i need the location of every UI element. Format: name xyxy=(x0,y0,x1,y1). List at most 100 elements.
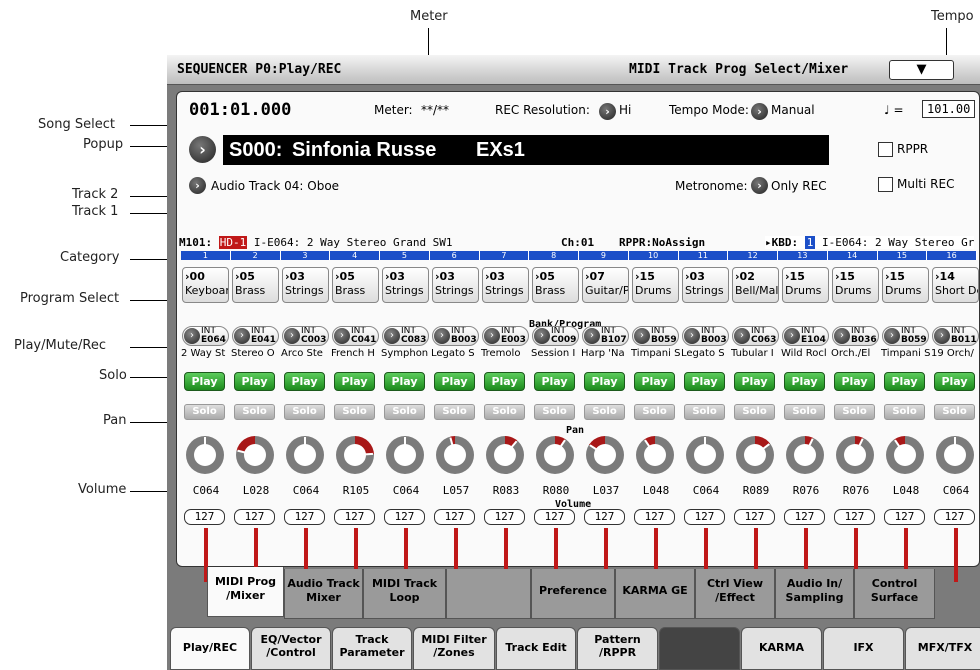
pan-knob[interactable] xyxy=(536,436,574,474)
program-select-button[interactable]: › INT C041 xyxy=(332,326,379,346)
pan-knob[interactable] xyxy=(436,436,474,474)
song-position[interactable]: 001:01.000 xyxy=(189,100,291,120)
tempo-mode-popup-icon[interactable]: › xyxy=(751,103,768,120)
pan-knob[interactable] xyxy=(936,436,974,474)
play-mute-rec-button[interactable]: Play xyxy=(534,372,575,391)
category-button[interactable]: ›07 Guitar/P xyxy=(582,267,629,303)
category-button[interactable]: ›00 Keyboar xyxy=(182,267,229,303)
program-select-button[interactable]: › INT C063 xyxy=(732,326,779,346)
program-select-button[interactable]: › INT B003 xyxy=(682,326,729,346)
volume-value[interactable]: 127 xyxy=(734,509,775,525)
program-select-button[interactable]: › INT E064 xyxy=(182,326,229,346)
track-number-cell[interactable]: 9 xyxy=(579,251,629,260)
program-popup-icon[interactable]: › xyxy=(334,328,350,344)
meter-value[interactable]: **/** xyxy=(421,103,449,117)
pan-knob[interactable] xyxy=(186,436,224,474)
program-popup-icon[interactable]: › xyxy=(934,328,950,344)
track-number-cell[interactable]: 14 xyxy=(827,251,878,260)
track-number-cell[interactable]: 5 xyxy=(380,251,430,260)
play-mute-rec-button[interactable]: Play xyxy=(934,372,975,391)
volume-value[interactable]: 127 xyxy=(784,509,825,525)
program-select-button[interactable]: › INT B059 xyxy=(632,326,679,346)
track-number-cell[interactable]: 2 xyxy=(230,251,281,260)
play-mute-rec-button[interactable]: Play xyxy=(834,372,875,391)
page-menu-button[interactable]: ▼ xyxy=(889,60,954,80)
song-select-field[interactable]: S000: Sinfonia Russe EXs1 xyxy=(223,135,829,165)
play-mute-rec-button[interactable]: Play xyxy=(284,372,325,391)
tempo-value[interactable]: 101.00 xyxy=(922,100,976,118)
program-popup-icon[interactable]: › xyxy=(384,328,400,344)
track-number-cell[interactable]: 11 xyxy=(678,251,729,260)
page-tab[interactable]: KARMA GE xyxy=(615,569,695,619)
track-number-cell[interactable]: 6 xyxy=(429,251,480,260)
solo-button[interactable]: Solo xyxy=(884,404,925,420)
track-number-cell[interactable]: 16 xyxy=(927,251,977,260)
program-select-button[interactable]: › INT E003 xyxy=(482,326,529,346)
solo-button[interactable]: Solo xyxy=(584,404,625,420)
mode-tab[interactable]: MFX/TFX xyxy=(905,627,980,670)
solo-button[interactable]: Solo xyxy=(534,404,575,420)
category-button[interactable]: ›03 Strings xyxy=(482,267,529,303)
rppr-checkbox[interactable]: RPPR xyxy=(878,142,928,157)
solo-button[interactable]: Solo xyxy=(184,404,225,420)
volume-value[interactable]: 127 xyxy=(684,509,725,525)
song-popup-button[interactable]: › xyxy=(189,136,216,163)
pan-knob[interactable] xyxy=(586,436,624,474)
play-mute-rec-button[interactable]: Play xyxy=(634,372,675,391)
track-number-cell[interactable]: 1 xyxy=(181,251,231,260)
solo-button[interactable]: Solo xyxy=(784,404,825,420)
category-button[interactable]: ›03 Strings xyxy=(382,267,429,303)
play-mute-rec-button[interactable]: Play xyxy=(434,372,475,391)
program-select-button[interactable]: › INT E041 xyxy=(232,326,279,346)
program-popup-icon[interactable]: › xyxy=(684,328,700,344)
program-select-button[interactable]: › INT B036 xyxy=(832,326,879,346)
multi-rec-check-box-icon[interactable] xyxy=(878,177,893,192)
program-popup-icon[interactable]: › xyxy=(184,328,200,344)
pan-knob[interactable] xyxy=(636,436,674,474)
category-button[interactable]: ›03 Strings xyxy=(432,267,479,303)
play-mute-rec-button[interactable]: Play xyxy=(234,372,275,391)
volume-value[interactable]: 127 xyxy=(934,509,975,525)
volume-value[interactable]: 127 xyxy=(484,509,525,525)
program-popup-icon[interactable]: › xyxy=(484,328,500,344)
pan-knob[interactable] xyxy=(736,436,774,474)
program-select-button[interactable]: › INT B059 xyxy=(882,326,929,346)
mode-tab[interactable] xyxy=(659,627,740,670)
category-button[interactable]: ›05 Brass xyxy=(532,267,579,303)
rppr-check-box-icon[interactable] xyxy=(878,142,893,157)
track-number-cell[interactable]: 4 xyxy=(330,251,380,260)
audio-track-popup-icon[interactable]: › xyxy=(189,177,206,194)
track-number-cell[interactable]: 12 xyxy=(728,251,778,260)
program-popup-icon[interactable]: › xyxy=(784,328,800,344)
rec-resolution-popup-icon[interactable]: › xyxy=(599,103,616,120)
volume-value[interactable]: 127 xyxy=(884,509,925,525)
page-tab[interactable]: Preference xyxy=(531,569,615,619)
solo-button[interactable]: Solo xyxy=(834,404,875,420)
volume-value[interactable]: 127 xyxy=(584,509,625,525)
play-mute-rec-button[interactable]: Play xyxy=(734,372,775,391)
volume-value[interactable]: 127 xyxy=(834,509,875,525)
solo-button[interactable]: Solo xyxy=(234,404,275,420)
category-button[interactable]: ›03 Strings xyxy=(282,267,329,303)
mode-tab[interactable]: Pattern/RPPR xyxy=(577,627,658,670)
category-button[interactable]: ›14 Short De xyxy=(932,267,979,303)
multi-rec-checkbox[interactable]: Multi REC xyxy=(878,177,954,192)
volume-value[interactable]: 127 xyxy=(184,509,225,525)
track-number-cell[interactable]: 3 xyxy=(280,251,331,260)
category-button[interactable]: ›15 Drums xyxy=(632,267,679,303)
track-number-cell[interactable]: 13 xyxy=(778,251,828,260)
page-tab[interactable] xyxy=(446,569,531,619)
track-number-cell[interactable]: 10 xyxy=(628,251,679,260)
solo-button[interactable]: Solo xyxy=(434,404,475,420)
program-popup-icon[interactable]: › xyxy=(834,328,850,344)
page-tab[interactable]: Control Surface xyxy=(854,569,935,619)
solo-button[interactable]: Solo xyxy=(934,404,975,420)
volume-slider[interactable] xyxy=(954,528,958,582)
page-tab[interactable]: Audio Track Mixer xyxy=(284,569,363,619)
play-mute-rec-button[interactable]: Play xyxy=(184,372,225,391)
pan-knob[interactable] xyxy=(386,436,424,474)
program-popup-icon[interactable]: › xyxy=(584,328,600,344)
category-button[interactable]: ›05 Brass xyxy=(332,267,379,303)
volume-value[interactable]: 127 xyxy=(434,509,475,525)
play-mute-rec-button[interactable]: Play xyxy=(684,372,725,391)
